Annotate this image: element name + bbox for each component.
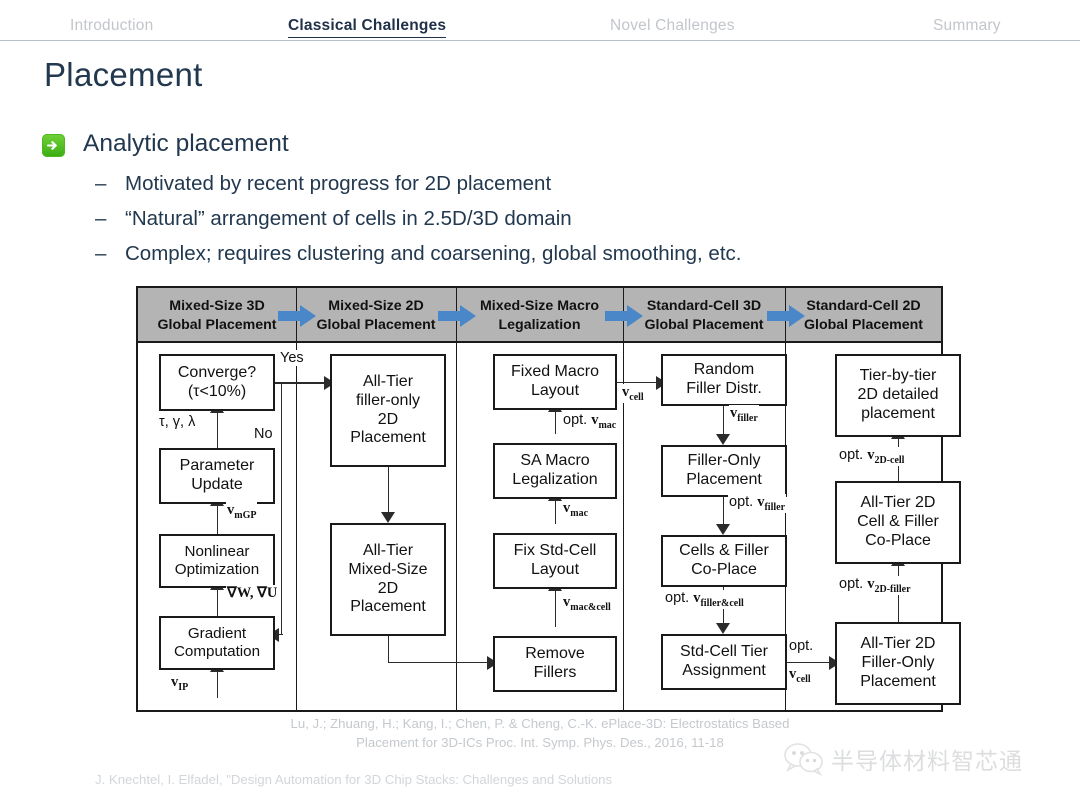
stage-arrow-icon-3 [605,305,643,327]
edge-yes [275,382,328,384]
node-all-tier-mixed-size-2d: All-Tier Mixed-Size 2D Placement [330,523,446,636]
dash-marker: – [95,242,107,265]
bullet-level1-label: Analytic placement [83,130,289,157]
node-fixed-macro-layout: Fixed Macro Layout [493,354,617,410]
sub-bullet-1-label: Motivated by recent progress for 2D plac… [125,172,552,195]
nav-item-summary[interactable]: Summary [933,17,1001,35]
edge-vmac [555,499,556,524]
column-divider-2 [456,343,457,712]
node-sa-macro-legalization: SA Macro Legalization [493,443,617,499]
node-nonlinear-optimization: Nonlinear Optimization [159,534,275,588]
edge-label-opt-vcell-v: vcell [788,666,812,685]
node-tier-by-tier-2d-detailed: Tier-by-tier 2D detailed placement [835,354,961,437]
watermark: 半导体材料智芯通 [784,742,1023,776]
arrowhead-down [716,623,730,634]
node-remove-fillers: Remove Fillers [493,636,617,692]
page-title: Placement [44,56,203,93]
edge-label-vmaccell: vmac&cell [562,594,612,613]
edge-label-vmac: vmac [562,500,590,519]
sub-bullet-2: – “Natural” arrangement of cells in 2.5D/… [95,207,572,231]
diagram-header-macro-legalization: Mixed-Size Macro Legalization [479,298,600,333]
node-parameter-update: Parameter Update [159,448,275,504]
footer-source-note: J. Knechtel, I. Elfadel, "Design Automat… [95,772,613,787]
column-divider-1 [296,343,297,712]
edge-gradient [217,588,218,616]
edge-label-vcell: vcell [621,384,645,403]
edge-vmgp [217,504,218,534]
edge-vfiller [723,406,724,436]
node-all-tier-filler-only-2d: All-Tier filler-only 2D Placement [330,354,446,467]
edge-label-vfiller: vfiller [729,405,759,424]
sub-bullet-3-label: Complex; requires clustering and coarsen… [125,242,742,265]
label-yes: Yes [279,350,305,366]
dash-marker: – [95,207,107,230]
edge-opt-vfiller [723,497,724,526]
edge-label-opt-v2dcell: opt. v2D-cell [838,447,906,466]
edge-label-opt-vmac: opt. vmac [562,412,618,431]
edge-label-vip: vIP [170,674,190,693]
edge-no-vertical [281,382,282,634]
edge-label-params: τ, γ, λ [158,414,197,430]
stage-arrow-icon-4 [767,305,805,327]
watermark-text: 半导体材料智芯通 [831,749,1023,775]
diagram-header-mixed-size-2d: Mixed-Size 2D Global Placement [316,298,436,333]
edge-params [217,411,218,448]
placement-flow-diagram: Mixed-Size 3D Global Placement Mixed-Size… [136,286,961,712]
node-all-tier-2d-filler-only: All-Tier 2D Filler-Only Placement [835,622,961,705]
arrowhead-down [716,434,730,445]
edge-vip [217,670,218,698]
edge-opt-vcell-h [787,662,833,663]
edge-label-opt-vcell-pre: opt. [788,638,815,655]
node-cells-filler-co-place: Cells & Filler Co-Place [661,535,787,587]
node-converge: Converge? (τ<10%) [159,354,275,411]
arrowhead-down [716,524,730,535]
node-random-filler-distr: Random Filler Distr. [661,354,787,406]
node-all-tier-2d-cell-filler-co-place: All-Tier 2D Cell & Filler Co-Place [835,481,961,564]
node-gradient-computation: Gradient Computation [159,616,275,670]
green-arrow-bullet-icon [42,134,65,157]
edge-label-opt-vfiller: opt. vfiller [728,494,787,513]
node-fix-std-cell-layout: Fix Std-Cell Layout [493,533,617,589]
nav-item-classical-challenges[interactable]: Classical Challenges [288,17,447,38]
dash-marker: – [95,172,107,195]
edge-opt-vmac [555,410,556,434]
diagram-header-standard-cell-3d: Standard-Cell 3D Global Placement [644,298,764,333]
sub-bullet-3: – Complex; requires clustering and coarse… [95,242,741,266]
node-std-cell-tier-assignment: Std-Cell Tier Assignment [661,634,787,690]
nav-item-novel-challenges[interactable]: Novel Challenges [610,17,735,35]
sub-bullet-1: – Motivated by recent progress for 2D pla… [95,172,551,196]
edge-col2-exit-h [388,662,491,663]
edge-label-opt-v2dfiller: opt. v2D-filler [838,576,912,595]
stage-arrow-icon-2 [438,305,476,327]
nav-item-introduction[interactable]: Introduction [70,17,153,35]
top-navigation-bar: Introduction Classical Challenges Novel … [0,0,1080,41]
citation-line-1: Lu, J.; Zhuang, H.; Kang, I.; Chen, P. &… [290,716,790,731]
wechat-icon [784,743,823,776]
edge-col2-exit-v [388,636,389,662]
node-filler-only-placement: Filler-Only Placement [661,445,787,497]
label-no: No [253,426,274,442]
stage-arrow-icon-1 [278,305,316,327]
sub-bullet-2-label: “Natural” arrangement of cells in 2.5D/3… [125,207,572,230]
diagram-header-mixed-size-3d: Mixed-Size 3D Global Placement [157,298,277,333]
diagram-header-standard-cell-2d: Standard-Cell 2D Global Placement [803,298,924,333]
arrowhead-down [381,512,395,523]
edge-label-gradw: ∇W, ∇U [226,585,279,602]
edge-label-vmgp: vmGP [226,502,258,521]
edge-vmaccell [555,589,556,627]
edge-col2-down [388,467,389,514]
edge-label-opt-vfillercell: opt. vfiller&cell [664,590,745,609]
edge-vcell-h [617,382,660,383]
